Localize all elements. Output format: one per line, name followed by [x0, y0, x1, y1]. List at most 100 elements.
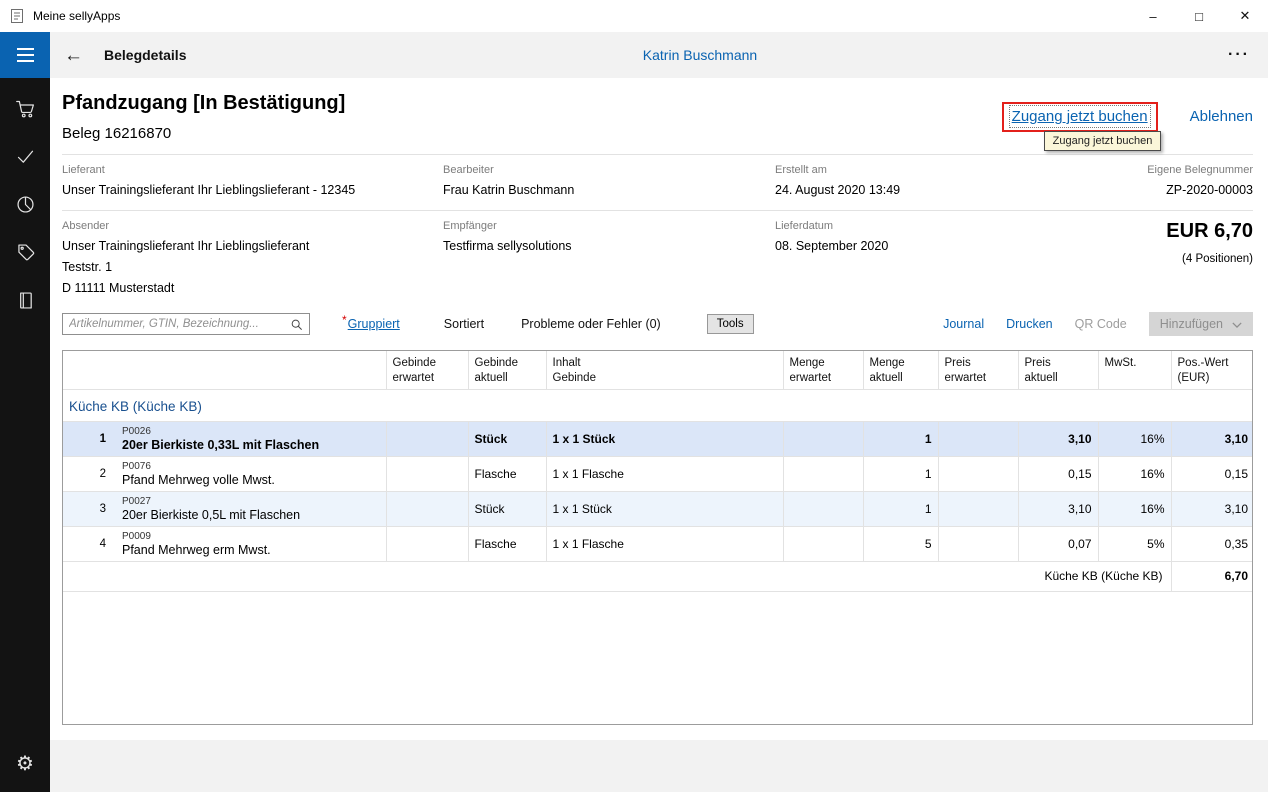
document-title: Pfandzugang [In Bestätigung]	[62, 92, 345, 115]
table-row[interactable]: 2 P0076Pfand Mehrweg volle Mwst. Flasche…	[63, 456, 1253, 491]
back-button[interactable]: ←	[64, 46, 83, 65]
col-article	[116, 351, 386, 389]
info-row-2: Absender Unser Trainingslieferant Ihr Li…	[62, 211, 1253, 308]
total-positions-count: (4 Positionen)	[1166, 253, 1253, 265]
table-header-row: Gebindeerwartet Gebindeaktuell InhaltGeb…	[63, 351, 1253, 389]
sidebar-item-cart[interactable]	[0, 87, 50, 135]
sidebar-item-catalog[interactable]	[0, 279, 50, 327]
reject-link[interactable]: Ablehnen	[1190, 108, 1253, 125]
print-link[interactable]: Drucken	[1006, 317, 1053, 331]
col-num	[63, 351, 116, 389]
search-icon[interactable]	[290, 318, 303, 331]
article-name: Pfand Mehrweg erm Mwst.	[122, 543, 380, 557]
col-gebinde-aktuell: Gebindeaktuell	[468, 351, 546, 389]
app-icon	[9, 8, 25, 24]
cart-icon	[15, 98, 36, 124]
article-name: 20er Bierkiste 0,33L mit Flaschen	[122, 438, 380, 452]
document-header-left: Pfandzugang [In Bestätigung] Beleg 16216…	[62, 92, 345, 142]
info-empfaenger: Empfänger Testfirma sellysolutions	[443, 220, 775, 295]
search-input[interactable]	[69, 318, 290, 330]
book-now-link[interactable]: Zugang jetzt buchen	[1012, 108, 1148, 125]
journal-link[interactable]: Journal	[943, 317, 984, 331]
checkmark-icon	[15, 146, 36, 172]
window-title: Meine sellyApps	[33, 9, 120, 23]
app-window: Meine sellyApps – □ ✕	[0, 0, 1268, 792]
main-area: Pfandzugang [In Bestätigung] Beleg 16216…	[50, 78, 1268, 740]
info-absender: Absender Unser Trainingslieferant Ihr Li…	[62, 220, 443, 295]
sorted-toggle[interactable]: Sortiert	[444, 317, 484, 331]
tools-button[interactable]: Tools	[707, 314, 754, 334]
sidebar-item-prices[interactable]	[0, 231, 50, 279]
article-code: P0009	[122, 531, 380, 542]
page-title: Belegdetails	[104, 47, 186, 63]
table-row[interactable]: 4 P0009Pfand Mehrweg erm Mwst. Flasche 1…	[63, 526, 1253, 561]
sidebar-item-reports[interactable]	[0, 183, 50, 231]
col-gebinde-erwartet: Gebindeerwartet	[386, 351, 468, 389]
info-bearbeiter: Bearbeiter Frau Katrin Buschmann	[443, 164, 775, 197]
document-number: Beleg 16216870	[62, 125, 345, 142]
minimize-button[interactable]: –	[1130, 0, 1176, 32]
tag-icon	[15, 242, 36, 268]
table-row[interactable]: 3 P002720er Bierkiste 0,5L mit Flaschen …	[63, 491, 1253, 526]
titlebar: Meine sellyApps – □ ✕	[0, 0, 1268, 32]
sidebar-item-tasks[interactable]	[0, 135, 50, 183]
group-total-row: Küche KB (Küche KB) 6,70	[63, 561, 1253, 591]
pie-chart-icon	[15, 194, 36, 220]
titlebar-left: Meine sellyApps	[0, 0, 120, 32]
info-lieferdatum: Lieferdatum 08. September 2020	[775, 220, 1166, 295]
chevron-down-icon	[1232, 317, 1242, 331]
positions-table: Gebindeerwartet Gebindeaktuell InhaltGeb…	[62, 350, 1253, 725]
col-menge-erwartet: Mengeerwartet	[783, 351, 863, 389]
bottom-strip	[50, 740, 1268, 792]
total-amount: EUR 6,70	[1166, 220, 1253, 243]
col-inhalt-gebinde: InhaltGebinde	[546, 351, 783, 389]
app-header-bar: ← Belegdetails Katrin Buschmann ···	[50, 32, 1268, 78]
document-header: Pfandzugang [In Bestätigung] Beleg 16216…	[62, 78, 1253, 154]
sidebar-bottom: ⚙	[0, 740, 50, 792]
info-erstellt-am: Erstellt am 24. August 2020 13:49	[775, 164, 1147, 197]
problems-link[interactable]: Probleme oder Fehler (0)	[521, 317, 661, 331]
more-options-button[interactable]: ···	[1228, 46, 1250, 64]
add-button[interactable]: Hinzufügen	[1149, 312, 1253, 336]
group-header-row: Küche KB (Küche KB)	[63, 389, 1253, 421]
hamburger-menu-button[interactable]	[0, 32, 50, 78]
info-row-1: Lieferant Unser Trainingslieferant Ihr L…	[62, 155, 1253, 210]
gear-icon: ⚙	[16, 754, 34, 774]
article-name: 20er Bierkiste 0,5L mit Flaschen	[122, 508, 380, 522]
col-pos-wert: Pos.-Wert(EUR)	[1171, 351, 1253, 389]
article-code: P0076	[122, 461, 380, 472]
col-preis-erwartet: Preiserwartet	[938, 351, 1018, 389]
positions-toolbar: *Gruppiert Sortiert Probleme oder Fehler…	[62, 312, 1253, 336]
grouped-toggle[interactable]: *Gruppiert	[342, 315, 400, 333]
group-total-value: 6,70	[1171, 561, 1253, 591]
close-button[interactable]: ✕	[1222, 0, 1268, 32]
article-code: P0026	[122, 426, 380, 437]
current-user-link[interactable]: Katrin Buschmann	[643, 47, 757, 63]
info-eigene-belegnummer: Eigene Belegnummer ZP-2020-00003	[1147, 164, 1253, 197]
table-row[interactable]: 1 P002620er Bierkiste 0,33L mit Flaschen…	[63, 421, 1253, 456]
toolbar-right: Journal Drucken QR Code Hinzufügen	[943, 312, 1253, 336]
col-menge-aktuell: Mengeaktuell	[863, 351, 938, 389]
book-now-tooltip: Zugang jetzt buchen	[1044, 131, 1162, 151]
sidebar: ⚙	[0, 32, 50, 792]
group-total-label: Küche KB (Küche KB)	[63, 561, 1171, 591]
window-body: ⚙ ← Belegdetails Katrin Buschmann ··· Pf…	[0, 32, 1268, 792]
settings-button[interactable]: ⚙	[0, 740, 50, 788]
grouped-marker: *	[342, 313, 347, 327]
window-controls: – □ ✕	[1130, 0, 1268, 32]
catalog-icon	[15, 290, 36, 316]
article-name: Pfand Mehrweg volle Mwst.	[122, 473, 380, 487]
search-box	[62, 313, 310, 335]
sidebar-items	[0, 78, 50, 327]
group-header: Küche KB (Küche KB)	[63, 389, 1253, 421]
maximize-button[interactable]: □	[1176, 0, 1222, 32]
document-actions: Zugang jetzt buchen Zugang jetzt buchen …	[1002, 92, 1253, 142]
hamburger-icon	[17, 48, 34, 50]
document-total: EUR 6,70 (4 Positionen)	[1166, 220, 1253, 295]
article-code: P0027	[122, 496, 380, 507]
col-preis-aktuell: Preisaktuell	[1018, 351, 1098, 389]
qr-code-link[interactable]: QR Code	[1075, 317, 1127, 331]
content-column: ← Belegdetails Katrin Buschmann ··· Pfan…	[50, 32, 1268, 792]
info-lieferant: Lieferant Unser Trainingslieferant Ihr L…	[62, 164, 443, 197]
col-mwst: MwSt.	[1098, 351, 1171, 389]
